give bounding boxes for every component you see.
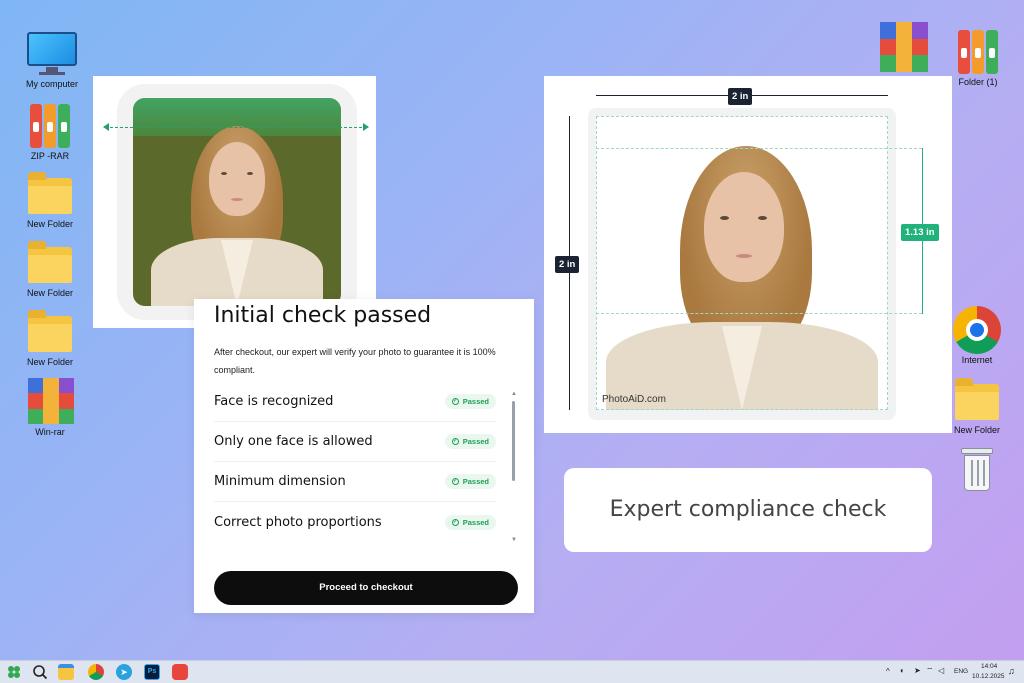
file-explorer-icon[interactable] <box>58 664 74 680</box>
status-badge: ✓ Passed <box>444 514 496 530</box>
desktop-icon-label: Folder (1) <box>958 77 998 87</box>
desktop-icon-win-rar[interactable]: Win-rar <box>18 378 82 437</box>
desktop-icon-folder-1[interactable]: Folder (1) <box>946 28 1010 87</box>
check-item-label: Face is recognized <box>214 394 334 409</box>
volume-icon[interactable]: ◁ <box>938 666 944 675</box>
status-badge: ✓ Passed <box>444 394 496 409</box>
recycle-bin-icon <box>951 446 1003 492</box>
telegram-icon[interactable]: ➤ <box>116 664 132 680</box>
height-dimension-label: 2 in <box>555 256 580 273</box>
tray-chevron-icon[interactable]: ^ <box>886 667 890 676</box>
portrait-illustration <box>133 98 341 306</box>
status-badge: ✓ Passed <box>444 474 496 489</box>
status-text: Passed <box>462 477 489 486</box>
language-indicator[interactable]: ENG <box>954 668 968 675</box>
proceed-to-checkout-button[interactable]: Proceed to checkout <box>214 571 518 605</box>
panel-title: Initial check passed <box>214 303 432 328</box>
uploaded-photo <box>133 98 341 306</box>
check-list: Face is recognized ✓ Passed Only one face… <box>214 382 496 542</box>
check-item-label: Correct photo proportions <box>214 514 382 530</box>
desktop-icon-new-folder-3[interactable]: New Folder <box>18 308 82 367</box>
desktop-icon-my-computer[interactable]: My computer <box>20 30 84 89</box>
photo-spec-card: 2 in 2 in 1.13 in PhotoAiD.com <box>544 76 952 433</box>
computer-icon <box>26 30 78 76</box>
desktop-icon-label: New Folder <box>26 288 73 298</box>
panel-description: After checkout, our expert will verify y… <box>214 347 496 375</box>
desktop-icon-zip-rar[interactable]: ZIP -RAR <box>18 102 82 161</box>
desktop-icon-winrar-right[interactable] <box>870 22 934 77</box>
photoshop-icon[interactable]: Ps <box>144 664 160 680</box>
check-item-label: Only one face is allowed <box>214 434 373 449</box>
status-text: Passed <box>462 517 489 527</box>
desktop-icon-label: ZIP -RAR <box>30 151 70 161</box>
head-dimension-label: 1.13 in <box>901 224 939 241</box>
clock-date[interactable]: 10.12.2025 <box>972 673 1005 680</box>
desktop-icon-label: New Folder <box>26 357 73 367</box>
network-icon[interactable]: ◐ <box>900 666 905 675</box>
head-size-guide <box>596 148 922 314</box>
chrome-icon <box>951 306 1003 354</box>
watermark: PhotoAiD.com <box>602 394 666 405</box>
check-item-label: Minimum dimension <box>214 474 346 489</box>
expert-compliance-check-box: Expert compliance check <box>564 468 932 552</box>
check-circle-icon: ✓ <box>451 438 459 445</box>
desktop-icon-new-folder-right[interactable]: New Folder <box>945 376 1009 435</box>
initial-check-panel: Initial check passed After checkout, our… <box>194 299 534 613</box>
check-circle-icon: ✓ <box>451 518 459 526</box>
scroll-up-icon[interactable]: ▲ <box>511 391 517 397</box>
check-item: Minimum dimension ✓ Passed <box>214 462 496 502</box>
notification-bell-icon[interactable]: ♫ <box>1008 666 1015 676</box>
status-badge: ✓ Passed <box>444 434 496 449</box>
folder-icon <box>951 376 1003 422</box>
uploaded-photo-card <box>93 76 376 328</box>
desktop-icon-label: Win-rar <box>35 427 65 437</box>
search-icon[interactable] <box>32 664 48 680</box>
check-list-scrollbar[interactable]: ▲ ▼ <box>511 391 517 543</box>
head-guide-line <box>103 123 369 131</box>
scroll-down-icon[interactable]: ▼ <box>511 537 517 543</box>
desktop-icon-label: New Folder <box>953 425 1000 435</box>
check-circle-icon: ✓ <box>451 398 459 405</box>
check-item: Face is recognized ✓ Passed <box>214 382 496 422</box>
desktop-icon-new-folder-2[interactable]: New Folder <box>18 239 82 298</box>
status-text: Passed <box>462 437 489 446</box>
winrar-icon <box>876 22 928 74</box>
binders-icon <box>24 102 76 148</box>
taskbar: ➤ Ps ^ ◐ ➤ ⌔ ◁ ENG 14:04 10.12.2025 ♫ <box>0 660 1024 683</box>
desktop-icon-recycle-bin[interactable] <box>945 446 1009 495</box>
folder-icon <box>24 308 76 354</box>
status-text: Passed <box>462 397 489 406</box>
desktop-icon-internet[interactable]: Internet <box>945 306 1009 365</box>
width-dimension-label: 2 in <box>728 88 753 105</box>
winrar-icon <box>24 378 76 424</box>
chrome-taskbar-icon[interactable] <box>88 664 104 680</box>
app-icon[interactable] <box>172 664 188 680</box>
binders-icon <box>952 28 1004 74</box>
telegram-tray-icon[interactable]: ➤ <box>914 666 921 675</box>
wifi-icon[interactable]: ⌔ <box>926 666 934 676</box>
scrollbar-thumb[interactable] <box>512 401 515 481</box>
folder-icon <box>24 170 76 216</box>
desktop-icon-new-folder-1[interactable]: New Folder <box>18 170 82 229</box>
desktop-icon-label: My computer <box>25 79 78 89</box>
desktop-icon-label: Internet <box>961 355 993 365</box>
desktop-icon-label: New Folder <box>26 219 73 229</box>
photo-frame <box>117 84 357 320</box>
start-icon[interactable] <box>6 664 22 680</box>
check-item: Only one face is allowed ✓ Passed <box>214 422 496 462</box>
folder-icon <box>24 239 76 285</box>
check-circle-icon: ✓ <box>451 478 459 485</box>
clock-time[interactable]: 14:04 <box>981 663 997 670</box>
check-item: Correct photo proportions ✓ Passed <box>214 502 496 542</box>
